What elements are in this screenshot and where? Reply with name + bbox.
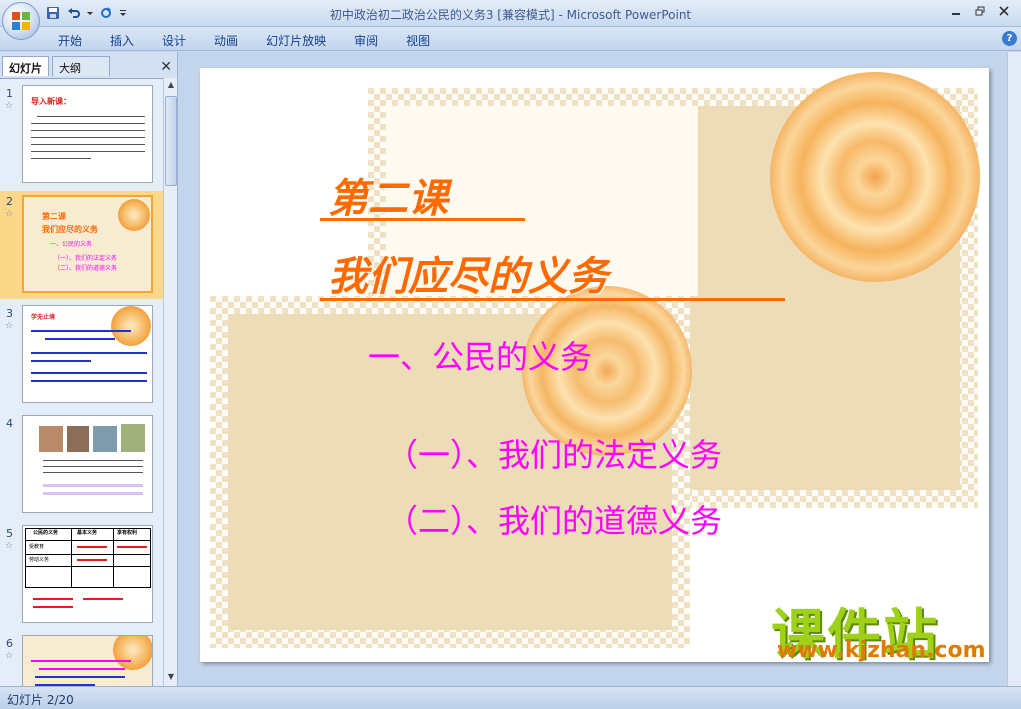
- restore-icon[interactable]: [969, 3, 991, 19]
- animation-star-icon: ☆: [5, 101, 14, 111]
- tab-outline[interactable]: 大纲: [52, 56, 110, 76]
- animation-star-icon: ☆: [5, 651, 14, 661]
- title-underline: [320, 218, 525, 221]
- thumb-subtitle: 我们应尽的义务: [42, 225, 98, 234]
- scroll-up-icon[interactable]: ▲: [166, 80, 176, 92]
- tab-review[interactable]: 审阅: [354, 32, 378, 49]
- tab-animations[interactable]: 动画: [214, 32, 238, 49]
- scroll-thumb[interactable]: [165, 96, 177, 186]
- tab-slides[interactable]: 幻灯片: [2, 56, 49, 76]
- tab-insert[interactable]: 插入: [110, 32, 134, 49]
- slides-pane: 幻灯片 大纲 ✕ 1 ☆ 导入新课： 2 ☆ 第二课 我们应尽的义务 一、公民的…: [0, 52, 178, 686]
- rose-image-large: [770, 72, 980, 282]
- thumbnail-row[interactable]: 6 ☆: [0, 633, 163, 686]
- help-icon[interactable]: ?: [1002, 31, 1017, 46]
- slide-thumbnail-3[interactable]: 学无止境: [22, 305, 153, 403]
- tab-design[interactable]: 设计: [162, 32, 186, 49]
- lesson-title[interactable]: 第二课: [328, 166, 448, 224]
- subtitle-underline: [320, 298, 785, 301]
- slide-thumbnail-6[interactable]: [22, 635, 153, 686]
- thumbnail-row[interactable]: 3 ☆ 学无止境: [0, 303, 163, 407]
- thumb-title: 第二课: [42, 212, 66, 221]
- thumb-table-cell: 劳动义务: [29, 557, 50, 563]
- thumbnail-row[interactable]: 5 ☆ 公民的义务 基本义务 享有权利 受教育 劳动义务: [0, 523, 163, 627]
- point-citizen-duties[interactable]: 一、公民的义务: [368, 332, 592, 378]
- point-moral-duties[interactable]: （二）、我们的道德义务: [386, 496, 722, 542]
- thumbnail-scrollbar[interactable]: ▲ ▼: [163, 78, 177, 686]
- thumbnail-number: 5: [6, 527, 13, 540]
- point-legal-duties[interactable]: （一）、我们的法定义务: [386, 430, 722, 476]
- thumbnail-number: 3: [6, 307, 13, 320]
- slide-editor: 第二课 我们应尽的义务 一、公民的义务 （一）、我们的法定义务 （二）、我们的道…: [179, 52, 1021, 686]
- thumbnail-number: 2: [6, 195, 13, 208]
- lesson-subtitle[interactable]: 我们应尽的义务: [328, 244, 608, 302]
- editor-scrollbar[interactable]: [1007, 52, 1021, 686]
- tab-view[interactable]: 视图: [406, 32, 430, 49]
- thumbnail-row-selected[interactable]: 2 ☆ 第二课 我们应尽的义务 一、公民的义务 （一）、我们的法定义务 （二）、…: [0, 191, 163, 299]
- tab-home[interactable]: 开始: [58, 32, 82, 49]
- thumb-heading: 导入新课：: [31, 97, 71, 106]
- status-bar: 幻灯片 2/20: [0, 686, 1021, 709]
- title-bar: 初中政治初二政治公民的义务3 [兼容模式] - Microsoft PowerP…: [0, 0, 1021, 27]
- thumb-heading: 学无止境: [31, 314, 56, 321]
- tab-slideshow[interactable]: 幻灯片放映: [266, 32, 326, 49]
- thumbnail-row[interactable]: 1 ☆ 导入新课：: [0, 83, 163, 187]
- scroll-down-icon[interactable]: ▼: [166, 672, 176, 684]
- close-icon[interactable]: [993, 3, 1015, 19]
- minimize-icon[interactable]: [945, 3, 967, 19]
- thumb-table-header: 基本义务: [77, 530, 98, 536]
- slide-thumbnail-1[interactable]: 导入新课：: [22, 85, 153, 183]
- office-button[interactable]: [2, 2, 40, 40]
- thumb-table-header: 享有权利: [117, 530, 138, 536]
- thumbnail-number: 4: [6, 417, 13, 430]
- slide-thumbnail-4[interactable]: [22, 415, 153, 513]
- animation-star-icon: ☆: [5, 321, 14, 331]
- animation-star-icon: ☆: [5, 541, 14, 551]
- slide-counter: 幻灯片 2/20: [7, 693, 74, 707]
- thumb-point: 一、公民的义务: [50, 241, 93, 248]
- ribbon-tabs: 开始 插入 设计 动画 幻灯片放映 审阅 视图: [58, 32, 458, 49]
- window-controls: [945, 3, 1015, 19]
- thumbnail-number: 1: [6, 87, 13, 100]
- watermark-url: www.kjzhan.com: [777, 638, 986, 663]
- window-title: 初中政治初二政治公民的义务3 [兼容模式] - Microsoft PowerP…: [329, 8, 692, 22]
- thumbnail-number: 6: [6, 637, 13, 650]
- ribbon: 开始 插入 设计 动画 幻灯片放映 审阅 视图 ?: [0, 27, 1021, 51]
- thumb-table-header: 公民的义务: [33, 530, 59, 536]
- close-pane-icon[interactable]: ✕: [160, 59, 172, 75]
- slide-thumbnail-2[interactable]: 第二课 我们应尽的义务 一、公民的义务 （一）、我们的法定义务 （二）、我们的道…: [22, 195, 153, 293]
- thumb-point-a: （一）、我们的法定义务: [54, 255, 118, 262]
- thumbnail-list: 1 ☆ 导入新课： 2 ☆ 第二课 我们应尽的义务 一、公民的义务 （一）、我们…: [0, 78, 163, 686]
- thumbnail-row[interactable]: 4: [0, 413, 163, 517]
- office-logo-icon: [12, 12, 31, 31]
- pane-tabs: 幻灯片 大纲 ✕: [0, 56, 178, 76]
- thumb-point-b: （二）、我们的道德义务: [54, 265, 118, 272]
- slide-thumbnail-5[interactable]: 公民的义务 基本义务 享有权利 受教育 劳动义务: [22, 525, 153, 623]
- current-slide[interactable]: 第二课 我们应尽的义务 一、公民的义务 （一）、我们的法定义务 （二）、我们的道…: [200, 68, 989, 662]
- thumb-table-cell: 受教育: [29, 544, 45, 550]
- animation-star-icon: ☆: [5, 209, 14, 219]
